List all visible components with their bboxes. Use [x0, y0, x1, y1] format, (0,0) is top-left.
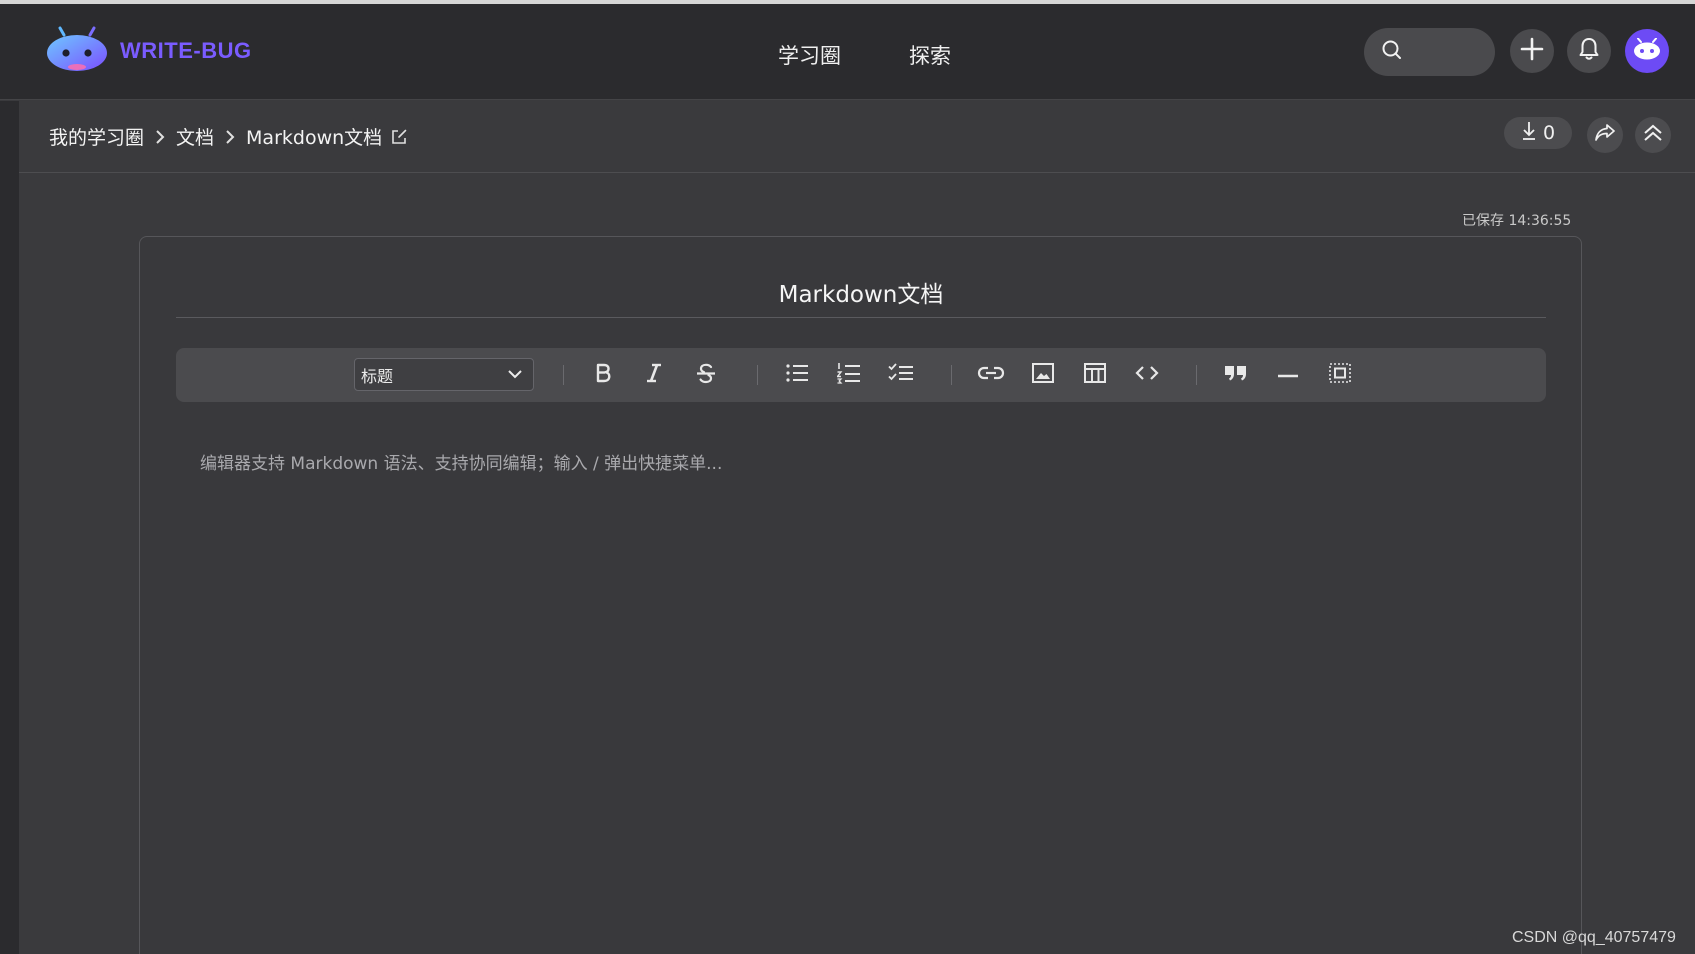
nav-learning-circle[interactable]: 学习圈 [778, 40, 841, 70]
edit-icon[interactable] [390, 128, 408, 146]
breadcrumb-current-doc: Markdown文档 [246, 127, 383, 149]
ordered-list-button[interactable] [834, 360, 864, 390]
search-box[interactable] [1364, 28, 1495, 76]
quote-button[interactable] [1221, 360, 1251, 390]
watermark: CSDN @qq_40757479 [1512, 929, 1676, 946]
user-avatar[interactable] [1625, 29, 1669, 73]
download-button[interactable]: 0 [1504, 117, 1572, 149]
download-icon [1521, 121, 1537, 146]
code-block-button[interactable] [1325, 360, 1355, 390]
search-icon [1380, 38, 1404, 66]
chevron-down-icon [507, 365, 523, 384]
chevron-right-icon [154, 129, 166, 145]
plus-icon [1520, 37, 1544, 65]
notifications-button[interactable] [1567, 29, 1611, 73]
code-button[interactable] [1132, 360, 1162, 390]
nav-explore[interactable]: 探索 [909, 40, 951, 70]
double-chevron-up-icon [1642, 123, 1664, 147]
toolbar-divider [1196, 365, 1197, 385]
breadcrumb-my-circle[interactable]: 我的学习圈 [49, 123, 144, 150]
toolbar-divider [563, 365, 564, 385]
bold-icon [593, 362, 613, 388]
share-icon [1594, 123, 1616, 147]
bold-button[interactable] [588, 360, 618, 390]
document-title[interactable]: Markdown文档 [176, 275, 1546, 309]
editor-body-placeholder[interactable]: 编辑器支持 Markdown 语法、支持协同编辑；输入 / 弹出快捷菜单... [200, 449, 722, 474]
quote-icon [1223, 363, 1249, 387]
toolbar-divider [951, 365, 952, 385]
editor-toolbar: 标题 [176, 348, 1546, 402]
table-button[interactable] [1080, 360, 1110, 390]
heading-select[interactable]: 标题 [354, 358, 534, 391]
robot-logo-icon [46, 26, 108, 76]
image-button[interactable] [1028, 360, 1058, 390]
chevron-right-icon [224, 129, 236, 145]
app-page: WRITE-BUG 学习圈 探索 我的学习圈 文档 Markdown文档 0 已… [0, 0, 1695, 954]
table-icon [1083, 362, 1107, 388]
task-list-button[interactable] [886, 360, 916, 390]
save-status: 已保存 14:36:55 [1462, 213, 1572, 229]
strikethrough-icon [695, 362, 717, 388]
create-button[interactable] [1510, 29, 1554, 73]
code-block-icon [1328, 362, 1352, 388]
bell-icon [1578, 37, 1600, 65]
horizontal-rule-button[interactable] [1273, 360, 1303, 390]
bullet-list-button[interactable] [782, 360, 812, 390]
brand-logo[interactable]: WRITE-BUG [46, 26, 252, 76]
share-button[interactable] [1587, 117, 1623, 153]
title-divider [176, 317, 1546, 318]
avatar-robot-icon [1633, 37, 1661, 64]
download-count: 0 [1542, 122, 1556, 144]
heading-select-value: 标题 [361, 366, 394, 386]
brand-name: WRITE-BUG [120, 38, 252, 63]
collapse-button[interactable] [1635, 117, 1671, 153]
code-icon [1134, 364, 1160, 386]
task-list-icon [888, 363, 914, 387]
top-header: WRITE-BUG 学习圈 探索 [0, 4, 1695, 100]
image-icon [1031, 362, 1055, 388]
ordered-list-icon [836, 362, 861, 388]
italic-icon [644, 362, 664, 388]
link-button[interactable] [976, 360, 1006, 390]
bullet-list-icon [785, 363, 809, 387]
breadcrumb-documents[interactable]: 文档 [176, 123, 214, 150]
breadcrumb-bar: 我的学习圈 文档 Markdown文档 0 [19, 101, 1695, 173]
horizontal-rule-icon [1276, 366, 1300, 385]
left-sidebar-strip [0, 101, 19, 954]
editor-card: Markdown文档 标题 编辑器支持 Markdown 语法、支持协同编辑；输… [139, 236, 1582, 954]
italic-button[interactable] [639, 360, 669, 390]
link-icon [977, 365, 1005, 385]
strikethrough-button[interactable] [691, 360, 721, 390]
toolbar-divider [757, 365, 758, 385]
breadcrumb: 我的学习圈 文档 Markdown文档 [49, 123, 408, 150]
